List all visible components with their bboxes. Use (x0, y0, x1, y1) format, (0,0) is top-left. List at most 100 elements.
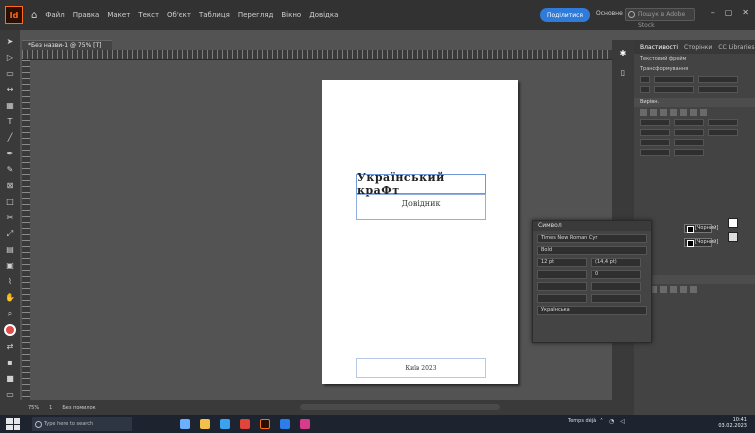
swap-colors-icon[interactable]: ⇄ (4, 341, 16, 352)
hand-tool-icon[interactable]: ✋ (4, 292, 16, 303)
eyedropper-tool-icon[interactable]: ⌇ (4, 276, 16, 287)
distribute-icon[interactable] (700, 108, 707, 116)
prop-field-4[interactable] (640, 128, 670, 136)
page-tool-icon[interactable]: ▭ (4, 68, 16, 79)
pencil-tool-icon[interactable]: ✎ (4, 164, 16, 175)
tab-cc-libraries[interactable]: CC Libraries (718, 44, 754, 51)
edge-icon[interactable] (220, 419, 230, 429)
prop-field-3[interactable] (708, 118, 738, 126)
network-icon[interactable]: ◔ (609, 418, 614, 425)
font-style-select[interactable]: Bold (537, 246, 647, 255)
zoom-level[interactable]: 75% (28, 405, 39, 411)
content-collector-icon[interactable]: ▦ (4, 100, 16, 111)
font-family-select[interactable]: Times New Roman Cyr (537, 234, 647, 243)
width-field[interactable] (654, 85, 694, 93)
x-field[interactable] (654, 75, 694, 83)
lower-icon-4[interactable] (670, 285, 677, 293)
workspace-switcher[interactable]: Основне (596, 10, 623, 17)
align-bottom-icon[interactable] (690, 108, 697, 116)
prop-field-8[interactable] (674, 138, 704, 146)
vertical-scale-field[interactable] (537, 282, 587, 291)
prop-field-1[interactable] (640, 118, 670, 126)
character-panel-title[interactable]: Символ (533, 221, 651, 231)
indesign-taskbar-icon[interactable] (260, 419, 270, 429)
tab-properties[interactable]: Властивості (640, 44, 678, 51)
fill-swatch[interactable]: [Чорний] (684, 224, 718, 233)
lower-icon-3[interactable] (660, 285, 667, 293)
scissors-tool-icon[interactable]: ✂ (4, 212, 16, 223)
skew-field[interactable] (591, 294, 641, 303)
page-number[interactable]: 1 (49, 405, 52, 411)
properties-panel-icon[interactable]: ✱ (617, 48, 629, 59)
fill-stroke-swatch[interactable] (4, 324, 16, 336)
selection-tool-icon[interactable]: ➤ (4, 36, 16, 47)
gradient-tool-icon[interactable]: ▤ (4, 244, 16, 255)
taskbar-search-input[interactable]: Type here to search (32, 417, 132, 431)
type-tool-icon[interactable]: T (4, 116, 16, 127)
prop-field-9[interactable] (640, 148, 670, 156)
align-center-icon[interactable] (650, 108, 657, 116)
leading-field[interactable]: (14,4 pt) (591, 258, 641, 267)
menu-edit[interactable]: Правка (73, 11, 100, 19)
menu-view[interactable]: Перегляд (238, 11, 274, 19)
align-top-icon[interactable] (670, 108, 677, 116)
close-icon[interactable]: ✕ (742, 8, 749, 17)
formatting-affects-icon[interactable]: ▪ (4, 357, 16, 368)
section-header-lower[interactable] (634, 275, 755, 284)
menu-layout[interactable]: Макет (107, 11, 130, 19)
weather-widget[interactable]: Temps déjà (568, 418, 596, 424)
preflight-status[interactable]: Без помилок (62, 405, 95, 411)
menu-help[interactable]: Довідка (309, 11, 338, 19)
align-middle-icon[interactable] (680, 108, 687, 116)
prop-field-2[interactable] (674, 118, 704, 126)
stroke-swatch[interactable]: [Чорний] (684, 238, 718, 247)
align-right-icon[interactable] (660, 108, 667, 116)
prop-field-5[interactable] (674, 128, 704, 136)
subtitle-text-frame[interactable]: Довідник (356, 194, 486, 220)
menu-type[interactable]: Текст (138, 11, 159, 19)
rectangle-tool-icon[interactable]: □ (4, 196, 16, 207)
font-size-field[interactable]: 12 pt (537, 258, 587, 267)
lower-icon-6[interactable] (690, 285, 697, 293)
maximize-icon[interactable]: ▢ (725, 8, 733, 17)
tab-pages[interactable]: Сторінки (684, 44, 712, 51)
file-explorer-icon[interactable] (200, 419, 210, 429)
menu-object[interactable]: Об'єкт (167, 11, 191, 19)
align-left-icon[interactable] (640, 108, 647, 116)
baseline-shift-field[interactable] (537, 294, 587, 303)
title-text-frame[interactable]: Український краФт (356, 171, 486, 197)
language-select[interactable]: Українська (537, 306, 647, 315)
chrome-icon[interactable] (240, 419, 250, 429)
share-button[interactable]: Поділитися (540, 8, 590, 22)
word-icon[interactable] (280, 419, 290, 429)
task-view-icon[interactable] (180, 419, 190, 429)
minimize-icon[interactable]: – (711, 8, 715, 17)
constrain-icon[interactable] (640, 85, 650, 93)
free-transform-tool-icon[interactable]: ⤢ (4, 228, 16, 239)
prop-field-7[interactable] (640, 138, 670, 146)
pen-tool-icon[interactable]: ✒ (4, 148, 16, 159)
direct-selection-tool-icon[interactable]: ▷ (4, 52, 16, 63)
menu-table[interactable]: Таблиця (199, 11, 230, 19)
stock-search-input[interactable]: Пошук в Adobe Stock (625, 8, 695, 29)
default-fill-swatch[interactable] (728, 218, 738, 228)
lower-icon-5[interactable] (680, 285, 687, 293)
default-stroke-swatch[interactable] (728, 232, 738, 242)
app-icon[interactable] (300, 419, 310, 429)
kerning-field[interactable] (537, 270, 587, 279)
pages-panel-icon[interactable]: ▯ (617, 67, 629, 78)
windows-start-icon[interactable] (6, 418, 20, 430)
y-field[interactable] (698, 75, 738, 83)
screen-mode-icon[interactable]: ▭ (4, 389, 16, 400)
volume-icon[interactable]: ◁ (620, 418, 625, 425)
home-icon[interactable]: ⌂ (31, 10, 37, 21)
prop-field-6[interactable] (708, 128, 738, 136)
horizontal-scale-field[interactable] (591, 282, 641, 291)
footer-text-frame[interactable]: Київ 2023 (356, 358, 486, 378)
note-tool-icon[interactable]: ▣ (4, 260, 16, 271)
menu-window[interactable]: Вікно (281, 11, 301, 19)
reference-point-icon[interactable] (640, 75, 650, 83)
apply-color-icon[interactable]: ■ (4, 373, 16, 384)
tracking-field[interactable]: 0 (591, 270, 641, 279)
zoom-tool-icon[interactable]: ⌕ (4, 308, 16, 319)
